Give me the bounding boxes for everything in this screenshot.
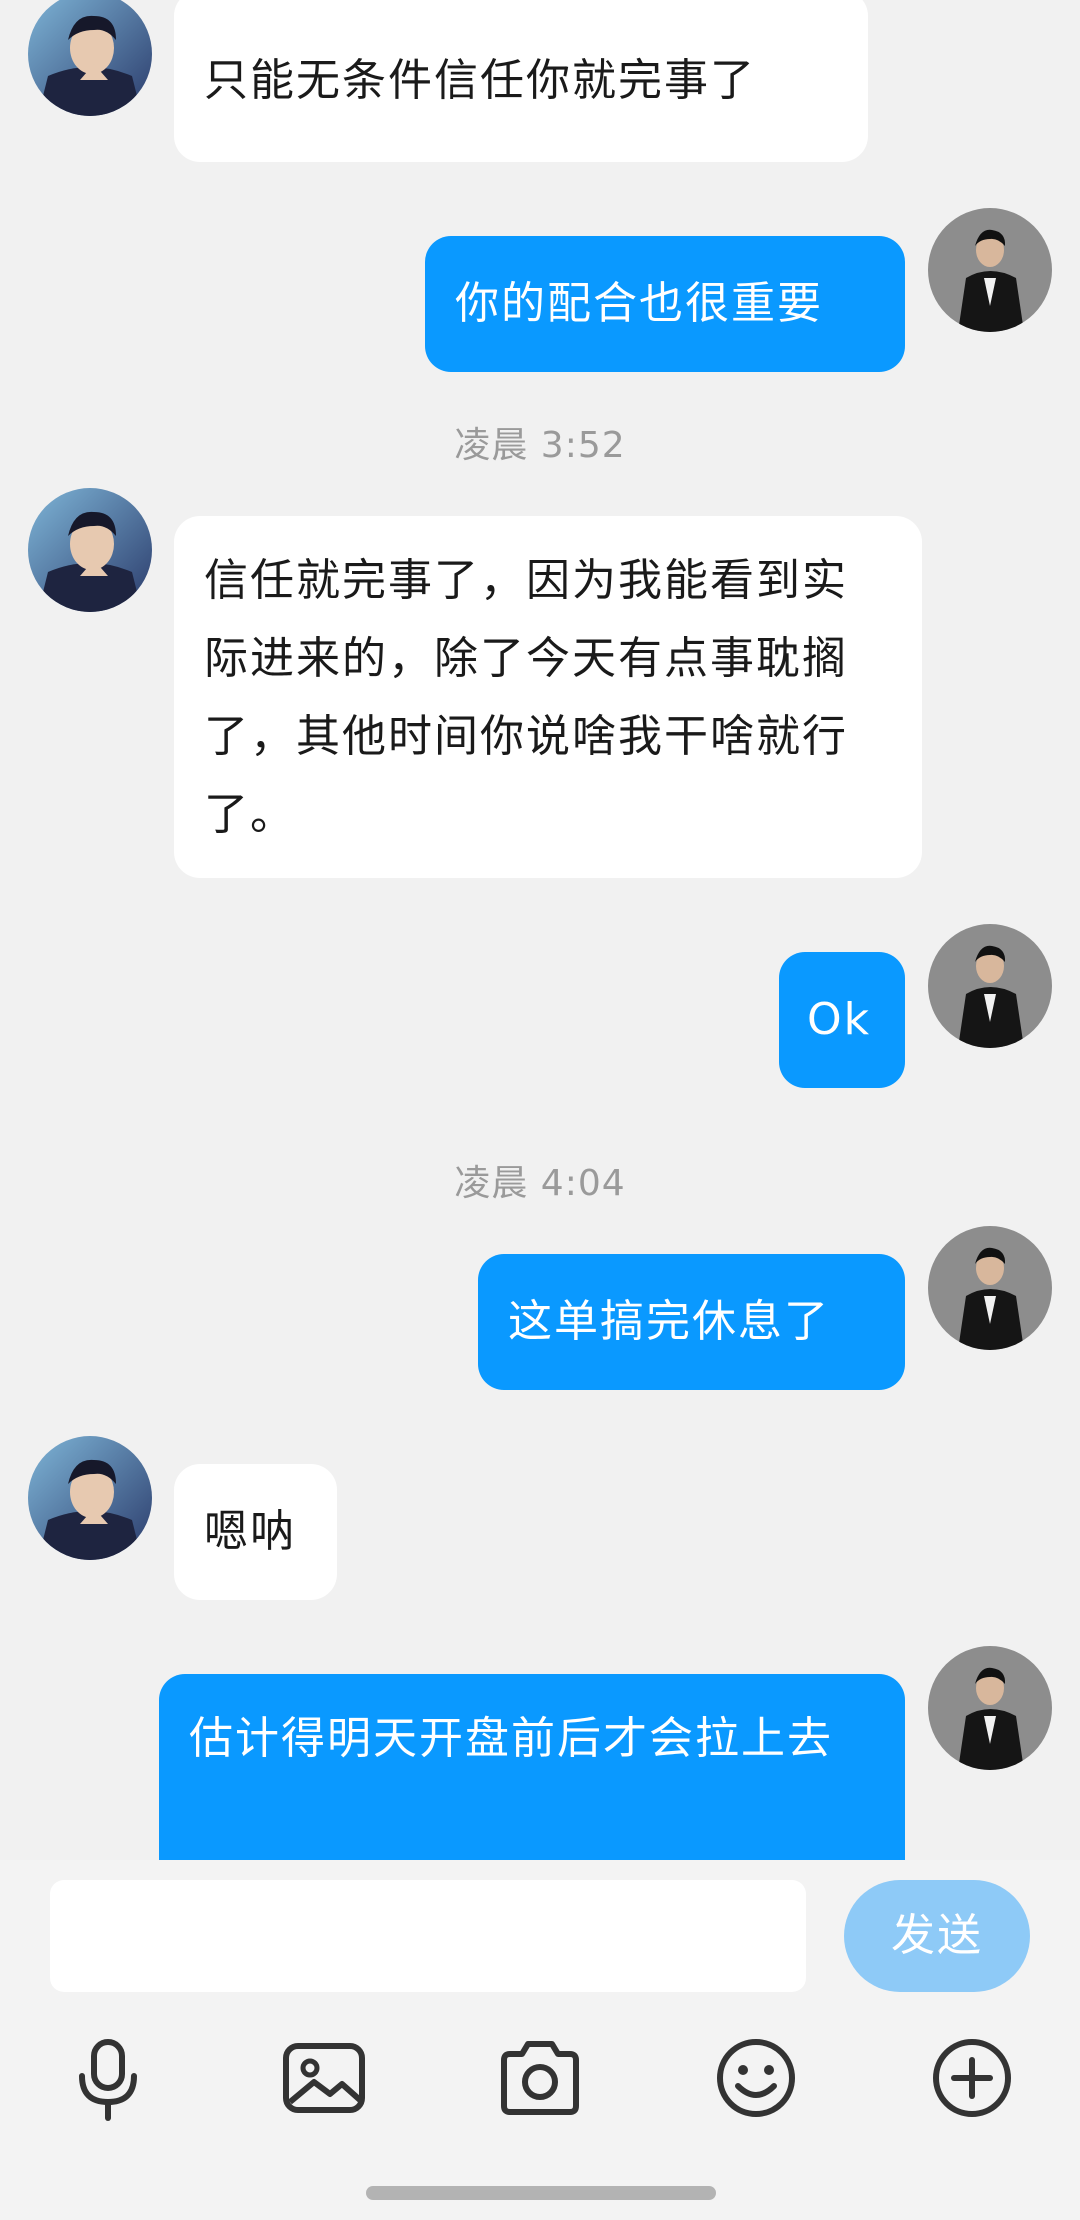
contact-avatar-icon <box>28 1436 152 1560</box>
message-text: 嗯呐 <box>204 1506 296 1557</box>
camera-icon <box>501 2041 579 2115</box>
timestamp-divider: 凌晨 4:04 <box>454 1163 626 1204</box>
message-bubble-incoming[interactable]: 嗯呐 <box>174 1464 337 1600</box>
message-bubble-outgoing[interactable]: 估计得明天开盘前后才会拉上去 <box>159 1674 905 1860</box>
camera-button[interactable] <box>494 2032 586 2124</box>
emoji-button[interactable] <box>710 2032 802 2124</box>
my-avatar[interactable] <box>928 1226 1052 1350</box>
my-avatar-icon <box>928 924 1052 1048</box>
contact-avatar[interactable] <box>28 0 152 116</box>
message-text: 估计得明天开盘前后才会拉上去 <box>189 1713 833 1764</box>
message-text: 信任就完事了，因为我能看到实际进来的，除了今天有点事耽搁了，其他时间你说啥我干啥… <box>204 555 848 840</box>
contact-avatar-icon <box>28 488 152 612</box>
my-avatar[interactable] <box>928 208 1052 332</box>
contact-avatar[interactable] <box>28 1436 152 1560</box>
my-avatar-icon <box>928 1226 1052 1350</box>
message-text: 这单搞完休息了 <box>508 1296 830 1347</box>
my-avatar-icon <box>928 208 1052 332</box>
more-button[interactable] <box>926 2032 1018 2124</box>
my-avatar[interactable] <box>928 924 1052 1048</box>
voice-button[interactable] <box>62 2032 154 2124</box>
contact-avatar-icon <box>28 0 152 116</box>
message-bubble-incoming[interactable]: 信任就完事了，因为我能看到实际进来的，除了今天有点事耽搁了，其他时间你说啥我干啥… <box>174 516 922 878</box>
message-text: Ok <box>807 994 872 1045</box>
image-icon <box>283 2043 365 2113</box>
message-input[interactable] <box>50 1880 806 1992</box>
my-avatar-icon <box>928 1646 1052 1770</box>
message-bubble-outgoing[interactable]: 你的配合也很重要 <box>425 236 905 372</box>
timestamp-divider: 凌晨 3:52 <box>454 425 626 466</box>
message-text: 你的配合也很重要 <box>455 278 823 329</box>
photo-button[interactable] <box>278 2032 370 2124</box>
home-indicator[interactable] <box>366 2186 716 2200</box>
my-avatar[interactable] <box>928 1646 1052 1770</box>
send-button[interactable]: 发送 <box>844 1880 1030 1992</box>
composer-bar: 发送 <box>0 1860 1080 2220</box>
plus-icon <box>933 2039 1011 2117</box>
chat-message-list[interactable]: 只能无条件信任你就完事了 你的配合也很重要 凌晨 3:52 信任就完事了，因为我… <box>0 0 1080 1860</box>
emoji-icon <box>717 2039 795 2117</box>
message-bubble-outgoing[interactable]: 这单搞完休息了 <box>478 1254 905 1390</box>
microphone-icon <box>79 2039 137 2121</box>
message-text: 只能无条件信任你就完事了 <box>204 55 756 106</box>
contact-avatar[interactable] <box>28 488 152 612</box>
message-bubble-outgoing[interactable]: Ok <box>779 952 905 1088</box>
message-bubble-incoming[interactable]: 只能无条件信任你就完事了 <box>174 0 868 162</box>
